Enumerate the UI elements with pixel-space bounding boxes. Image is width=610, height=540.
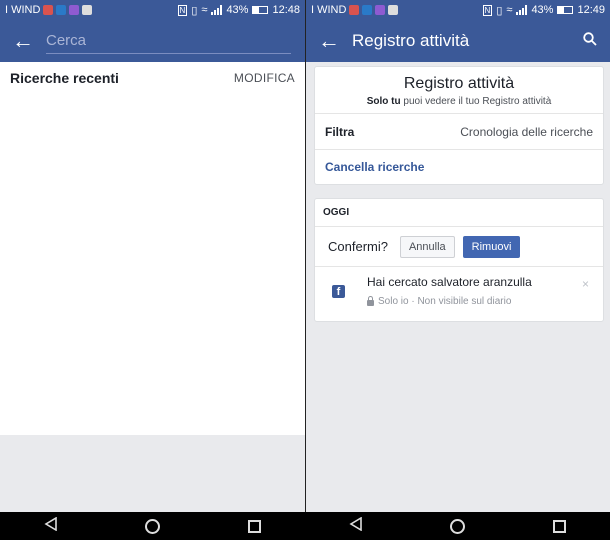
notification-icon	[349, 5, 360, 15]
today-card: OGGI Confermi? Annulla Rimuovi f Hai cer…	[314, 198, 604, 322]
notification-icon	[56, 5, 67, 15]
arrow-left-icon[interactable]: ←	[306, 20, 352, 62]
confirm-label: Confermi?	[328, 239, 388, 254]
battery-percent: 43%	[531, 4, 554, 16]
notification-icon	[82, 5, 93, 15]
activity-log-title: Registro attività	[403, 75, 515, 92]
status-bar: I WIND N ▯ ≈ 43% 12:49	[306, 0, 610, 20]
activity-log-subtitle: Solo tu puoi vedere il tuo Registro atti…	[315, 96, 603, 107]
close-icon[interactable]: ×	[582, 277, 589, 291]
recent-searches-panel: Ricerche recenti MODIFICA	[0, 62, 305, 435]
nfc-icon: N	[482, 4, 493, 16]
filter-value[interactable]: Cronologia delle ricerche	[460, 125, 593, 139]
cancel-button[interactable]: Annulla	[399, 235, 455, 258]
list-item[interactable]: f Hai cercato salvatore aranzulla Solo i…	[315, 267, 603, 321]
clock: 12:49	[577, 4, 605, 16]
confirm-row: Confermi? Annulla Rimuovi	[315, 227, 603, 267]
nav-recents-icon[interactable]	[553, 519, 567, 533]
activity-log-card: Registro attività Solo tu puoi vedere il…	[314, 66, 604, 185]
battery-icon	[252, 6, 269, 14]
notification-icon	[69, 5, 80, 15]
carrier-label: I WIND	[5, 4, 41, 16]
nav-home-icon[interactable]	[145, 518, 161, 534]
edit-button[interactable]: MODIFICA	[234, 71, 295, 85]
remove-button[interactable]: Rimuovi	[462, 235, 521, 258]
search-icon[interactable]	[570, 31, 610, 51]
nav-home-icon[interactable]	[450, 518, 466, 534]
vibrate-icon: ▯	[496, 4, 503, 17]
search-input[interactable]	[46, 28, 291, 54]
vibrate-icon: ▯	[191, 4, 198, 17]
notification-icon	[43, 5, 54, 15]
nav-back-icon[interactable]	[349, 516, 363, 535]
navigation-bar	[0, 512, 305, 540]
facebook-icon: f	[332, 285, 345, 298]
battery-percent: 43%	[226, 4, 249, 16]
notification-icon	[362, 5, 373, 15]
notification-icon	[388, 5, 399, 15]
right-screen: I WIND N ▯ ≈ 43% 12:49 ← Registro attivi…	[306, 0, 610, 512]
filter-label: Filtra	[325, 124, 355, 139]
entry-title: Hai cercato salvatore aranzulla	[367, 275, 532, 289]
left-screen: I WIND N ▯ ≈ 43% 12:48 ← Ricerche recent…	[0, 0, 305, 512]
wifi-icon: ≈	[506, 4, 513, 16]
filter-row[interactable]: Filtra Cronologia delle ricerche	[315, 114, 603, 150]
signal-icon	[516, 5, 528, 15]
section-header: OGGI	[315, 199, 603, 227]
notification-icon	[375, 5, 386, 15]
recent-searches-title: Ricerche recenti	[10, 70, 119, 86]
arrow-left-icon[interactable]: ←	[0, 20, 46, 62]
clear-searches-button[interactable]: Cancella ricerche	[315, 150, 603, 184]
app-bar: ← Registro attività	[306, 20, 610, 62]
signal-icon	[211, 5, 223, 15]
nav-back-icon[interactable]	[44, 516, 58, 535]
nfc-icon: N	[177, 4, 188, 16]
search-bar: ←	[0, 20, 305, 62]
clock: 12:48	[272, 4, 300, 16]
status-bar: I WIND N ▯ ≈ 43% 12:48	[0, 0, 305, 20]
subtitle-text: puoi vedere il tuo Registro attività	[400, 96, 552, 107]
entry-privacy: Solo io · Non visibile sul diario	[378, 296, 512, 307]
nav-recents-icon[interactable]	[248, 519, 262, 533]
entry-meta: Solo io · Non visibile sul diario	[367, 296, 595, 307]
battery-icon	[557, 6, 574, 14]
subtitle-bold: Solo tu	[366, 96, 401, 107]
navigation-bar	[305, 512, 610, 540]
activity-log-header: Registro attività Solo tu puoi vedere il…	[315, 67, 603, 114]
lock-icon	[367, 296, 374, 306]
page-title: Registro attività	[352, 31, 470, 50]
carrier-label: I WIND	[311, 4, 347, 16]
recent-searches-header: Ricerche recenti MODIFICA	[0, 62, 305, 94]
wifi-icon: ≈	[201, 4, 208, 16]
